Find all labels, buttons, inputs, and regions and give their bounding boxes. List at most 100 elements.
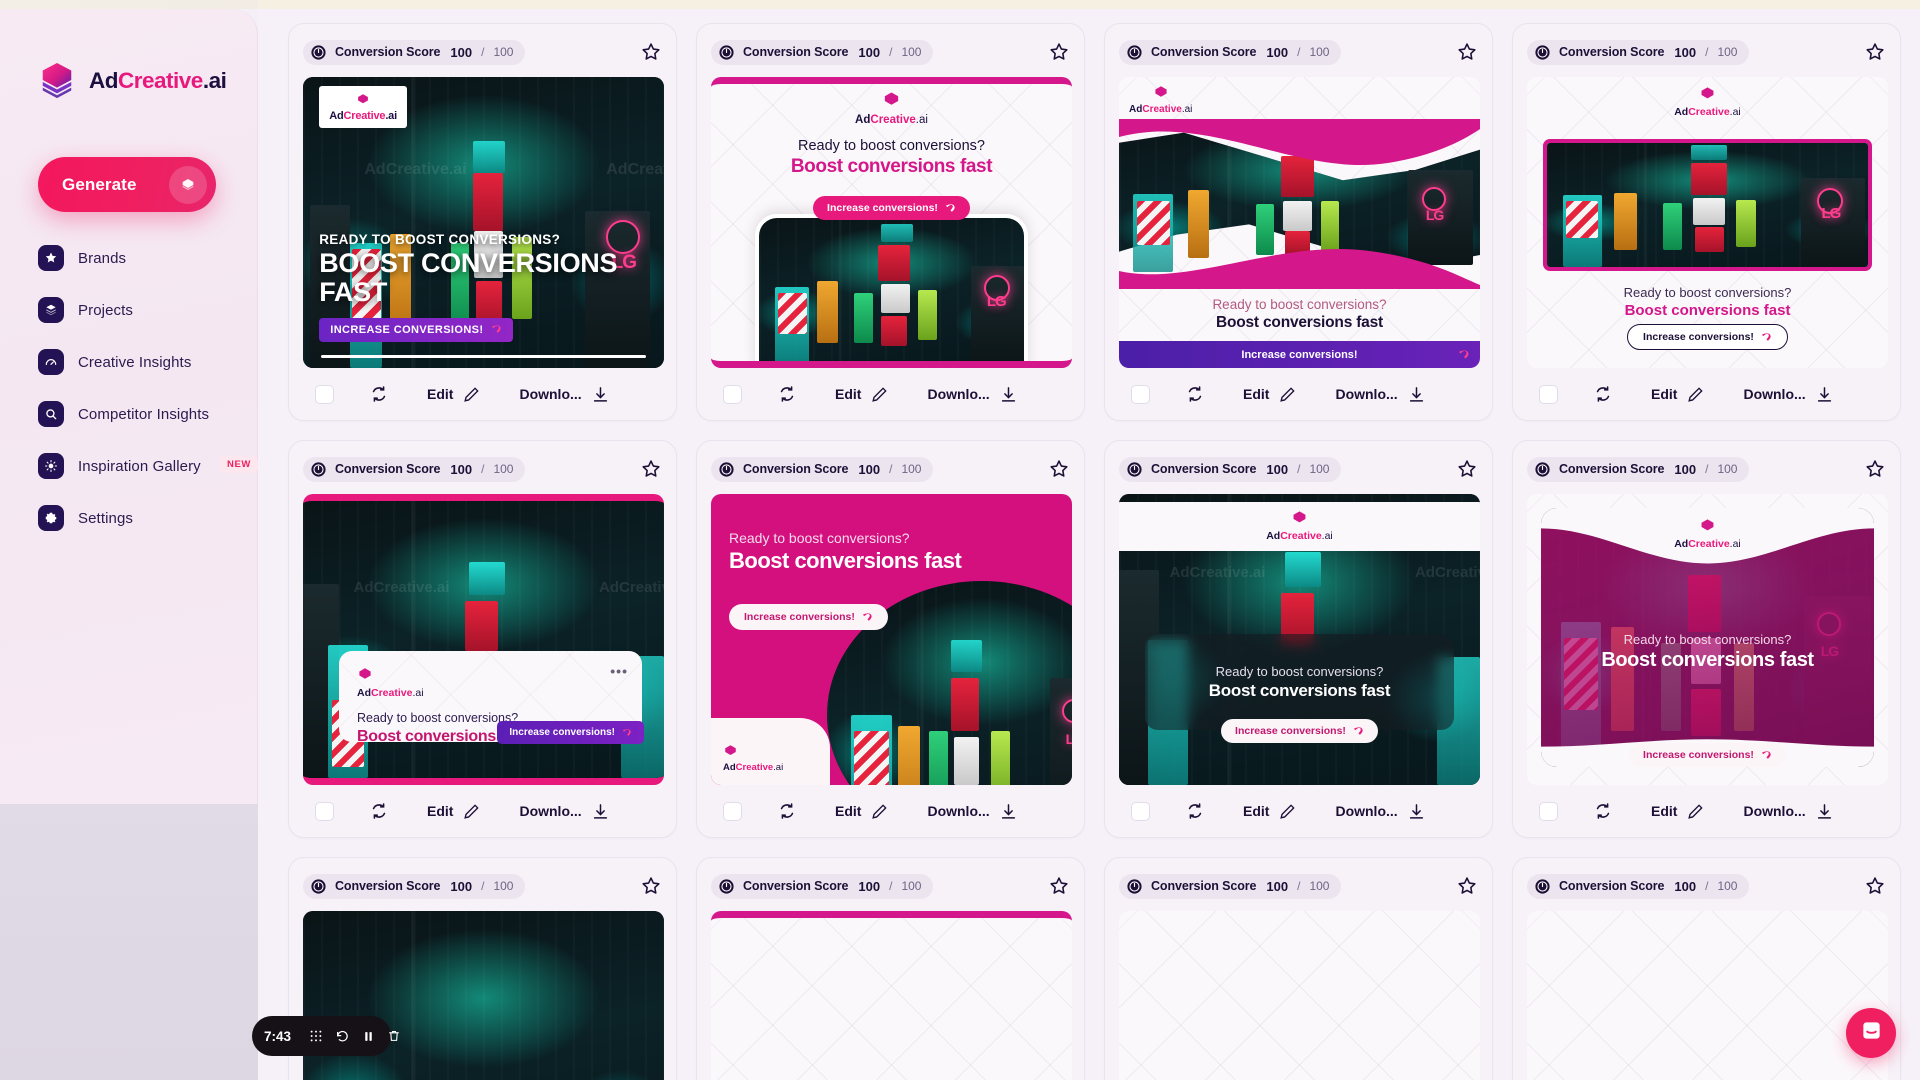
creative-preview[interactable]: LG AdCreative.ai Ready to boost conversi… [1527,494,1888,785]
refresh-icon[interactable] [1185,801,1205,821]
creative-card[interactable]: Conversion Score 100 / 100 [288,440,677,838]
download-button[interactable]: Downlo... [1335,385,1425,404]
refresh-icon[interactable] [1185,384,1205,404]
ad-logo: AdCreative.ai [1129,85,1192,115]
score-value: 100 [450,878,473,894]
edit-button-label: Edit [1243,386,1270,402]
ad-logo: AdCreative.ai [723,744,783,773]
refresh-icon[interactable] [1593,801,1613,821]
download-button[interactable]: Downlo... [519,802,609,821]
screen-recorder-toolbar[interactable]: 7:43 [252,1016,399,1056]
creative-card[interactable]: Conversion Score 100 / 100 [696,440,1085,838]
star-outline-icon[interactable] [1864,458,1886,480]
conversion-score-badge: Conversion Score 100 / 100 [303,456,526,482]
star-outline-icon[interactable] [1456,458,1478,480]
download-icon [1001,386,1015,402]
sidebar-item-competitor-insights[interactable]: Competitor Insights [38,397,248,431]
refresh-icon[interactable] [1593,384,1613,404]
star-outline-icon[interactable] [1048,41,1070,63]
creative-preview[interactable] [1119,911,1480,1080]
download-button[interactable]: Downlo... [1743,385,1833,404]
select-checkbox[interactable] [1539,384,1558,404]
creative-preview[interactable]: LG Ready to boost conversions? Boost con… [711,494,1072,785]
star-outline-icon[interactable] [640,458,662,480]
ad-eyebrow: Ready to boost conversions? [1623,285,1792,300]
creative-card[interactable]: Conversion Score 100 / 100 [1512,440,1901,838]
edit-button[interactable]: Edit [1651,802,1705,821]
select-checkbox[interactable] [723,801,742,821]
star-outline-icon[interactable] [640,41,662,63]
star-outline-icon[interactable] [1456,41,1478,63]
score-label: Conversion Score [1151,45,1257,59]
score-label: Conversion Score [743,879,849,893]
ad-eyebrow: Ready to boost conversions? [1623,632,1792,647]
score-max: 100 [901,879,922,893]
select-checkbox[interactable] [315,384,334,404]
download-button[interactable]: Downlo... [519,385,609,404]
edit-button[interactable]: Edit [1651,385,1705,404]
download-button[interactable]: Downlo... [927,385,1017,404]
select-checkbox[interactable] [1131,384,1150,404]
star-outline-icon[interactable] [1048,458,1070,480]
edit-button[interactable]: Edit [835,385,889,404]
download-button[interactable]: Downlo... [1335,802,1425,821]
sidebar-item-settings[interactable]: Settings [38,501,248,535]
creative-card[interactable]: Conversion Score 100 / 100 AdCreative.ai… [696,23,1085,421]
star-outline-icon[interactable] [1864,875,1886,897]
select-checkbox[interactable] [1539,801,1558,821]
sidebar-item-inspiration-gallery[interactable]: Inspiration Gallery NEW [38,449,258,483]
refresh-icon[interactable] [369,801,389,821]
restart-icon[interactable] [335,1029,350,1044]
edit-button[interactable]: Edit [427,385,481,404]
drag-dots-icon[interactable] [309,1029,323,1043]
creative-preview[interactable]: AdCreative.ai LG Ready to boost conversi… [1527,77,1888,368]
creative-card[interactable]: Conversion Score 100 / 100 [288,23,677,421]
generate-button[interactable]: Generate [38,157,216,212]
brand-logo[interactable]: AdCreative.ai [38,61,227,101]
edit-button[interactable]: Edit [835,802,889,821]
pause-icon[interactable] [362,1030,375,1043]
star-outline-icon[interactable] [1456,875,1478,897]
download-button[interactable]: Downlo... [927,802,1017,821]
ad-copy-block: Ready to boost conversions? Boost conver… [1527,632,1888,672]
edit-button[interactable]: Edit [427,802,481,821]
creative-card[interactable]: Conversion Score 100 / 100 [1104,440,1493,838]
conversion-score-badge: Conversion Score 100 / 100 [1527,456,1750,482]
creative-preview[interactable]: AdCreative.ai LG Ready to boost conversi… [1119,77,1480,368]
creative-card[interactable]: Conversion Score 100 / 100 AdCreative.ai… [1512,23,1901,421]
creative-preview[interactable] [711,911,1072,1080]
creative-card[interactable]: Conversion Score 100 / 100 [1512,857,1901,1080]
refresh-icon[interactable] [369,384,389,404]
trash-icon[interactable] [387,1029,401,1043]
star-outline-icon[interactable] [1864,41,1886,63]
creative-preview[interactable] [1527,911,1888,1080]
star-outline-icon[interactable] [1048,875,1070,897]
edit-button[interactable]: Edit [1243,385,1297,404]
sidebar-item-creative-insights[interactable]: Creative Insights [38,345,248,379]
refresh-icon[interactable] [777,801,797,821]
download-button[interactable]: Downlo... [1743,802,1833,821]
creative-card[interactable]: Conversion Score 100 / 100 [1104,857,1493,1080]
creative-preview[interactable]: AdCreative.ai Ready to boost conversions… [711,77,1072,368]
score-separator: / [1297,879,1301,893]
select-checkbox[interactable] [1131,801,1150,821]
gauge-icon [310,878,327,895]
creative-card[interactable]: Conversion Score 100 / 100 AdCreative.ai… [1104,23,1493,421]
edit-button-label: Edit [1651,803,1678,819]
ad-headline: Boost conversions fast [790,156,993,177]
edit-button[interactable]: Edit [1243,802,1297,821]
refresh-icon[interactable] [777,384,797,404]
select-checkbox[interactable] [315,801,334,821]
support-chat-button[interactable] [1846,1008,1896,1058]
creative-card[interactable]: Conversion Score 100 / 100 [696,857,1085,1080]
card-header: Conversion Score 100 / 100 [303,872,662,900]
select-checkbox[interactable] [723,384,742,404]
creative-preview[interactable]: AdCreative.ai AdCreative.ai AdCreative.a… [1119,494,1480,785]
creative-preview[interactable]: LG AdCreative.ai AdCreative.ai AdCreativ… [303,77,664,368]
sidebar-item-brands[interactable]: Brands [38,241,248,275]
score-max: 100 [1309,45,1330,59]
creative-preview[interactable]: AdCreative.ai AdCreative.ai ••• AdCreati… [303,494,664,785]
star-outline-icon[interactable] [640,875,662,897]
sidebar-item-projects[interactable]: Projects [38,293,248,327]
score-max: 100 [493,462,514,476]
